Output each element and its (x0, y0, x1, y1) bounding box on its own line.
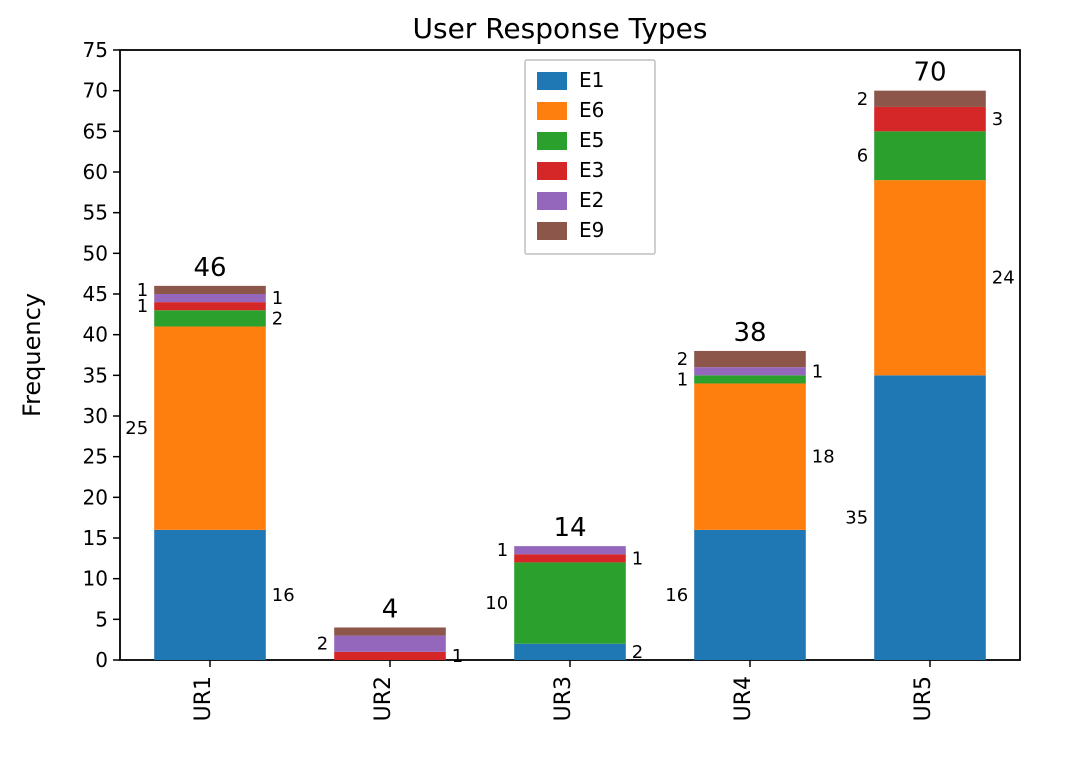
y-tick-label: 25 (83, 445, 108, 469)
segment-value-label: 25 (125, 418, 148, 439)
legend-swatch (537, 222, 567, 240)
bar-segment (334, 652, 446, 660)
bar-segment (694, 383, 806, 529)
y-tick-label: 40 (83, 323, 108, 347)
y-tick-label: 30 (83, 404, 108, 428)
bar-segment (334, 627, 446, 635)
chart-container: User Response Types Frequency 0510152025… (0, 0, 1072, 760)
chart-title: User Response Types (413, 12, 708, 45)
bar-segment (154, 302, 266, 310)
segment-value-label: 10 (485, 593, 508, 614)
plot-area: Frequency 0 5 10 15 20 25 30 35 40 45 50 55 60 65 70 75… (18, 38, 1020, 721)
legend-swatch (537, 132, 567, 150)
legend-label: E5 (579, 128, 604, 152)
segment-value-label: 2 (632, 642, 643, 663)
bar-segment (514, 562, 626, 643)
segment-value-label: 1 (677, 369, 688, 390)
y-tick-label: 15 (83, 526, 108, 550)
bar-segment (874, 107, 986, 131)
segment-value-label: 6 (857, 146, 868, 167)
bar-total-label: 38 (733, 318, 766, 348)
segment-value-label: 1 (632, 548, 643, 569)
bar-segment (874, 180, 986, 375)
bar-total-label: 70 (913, 58, 946, 88)
segment-value-label: 1 (272, 288, 283, 309)
y-tick-label: 50 (83, 241, 108, 265)
legend-label: E3 (579, 158, 604, 182)
y-tick-label: 65 (83, 119, 108, 143)
bar-segment (514, 546, 626, 554)
legend: E1 E6 E5 E3 E2 E9 (525, 60, 655, 254)
legend-swatch (537, 162, 567, 180)
y-axis-label: Frequency (18, 293, 46, 417)
y-tick-label: 0 (95, 648, 108, 672)
legend-label: E1 (579, 68, 604, 92)
segment-value-label: 1 (452, 646, 463, 667)
legend-swatch (537, 72, 567, 90)
legend-swatch (537, 192, 567, 210)
segment-value-label: 1 (497, 540, 508, 561)
bar-segment (154, 327, 266, 530)
segment-value-label: 2 (317, 634, 328, 655)
x-axis-ticks: UR1 UR2 UR3 UR4 UR5 (191, 660, 936, 721)
segment-value-label: 24 (992, 268, 1015, 289)
bar-segment (514, 644, 626, 660)
bar-segment (514, 554, 626, 562)
y-tick-label: 70 (83, 79, 108, 103)
y-tick-label: 60 (83, 160, 108, 184)
segment-value-label: 18 (812, 447, 835, 468)
bar-segment (694, 530, 806, 660)
segment-value-label: 16 (272, 585, 295, 606)
bar-total-label: 46 (193, 253, 226, 283)
bar-total-label: 4 (382, 594, 399, 624)
bar-segment (154, 530, 266, 660)
segment-value-label: 1 (812, 361, 823, 382)
segment-value-label: 2 (857, 89, 868, 110)
x-tick-label: UR4 (731, 676, 756, 721)
y-tick-label: 75 (83, 38, 108, 62)
y-tick-label: 20 (83, 485, 108, 509)
bar-segment (154, 294, 266, 302)
legend-label: E9 (579, 218, 604, 242)
bar-segment (154, 310, 266, 326)
chart-svg: User Response Types Frequency 0510152025… (0, 0, 1072, 760)
legend-label: E2 (579, 188, 604, 212)
y-tick-label: 45 (83, 282, 108, 306)
bar-segment (694, 367, 806, 375)
bar-total-label: 14 (553, 513, 586, 543)
segment-value-label: 16 (665, 585, 688, 606)
bar-segment (154, 286, 266, 294)
y-tick-label: 35 (83, 363, 108, 387)
x-tick-label: UR5 (911, 676, 936, 721)
x-tick-label: UR3 (551, 676, 576, 721)
y-tick-label: 5 (95, 607, 108, 631)
y-axis-ticks: 0 5 10 15 20 25 30 35 40 45 50 55 60 65 70 75 (83, 38, 120, 672)
legend-label: E6 (579, 98, 604, 122)
x-tick-label: UR2 (371, 676, 396, 721)
segment-value-label: 2 (272, 308, 283, 329)
segment-value-label: 3 (992, 109, 1003, 130)
x-tick-label: UR1 (191, 676, 216, 721)
segment-value-label: 35 (845, 508, 868, 529)
bar-segment (694, 351, 806, 367)
y-tick-label: 55 (83, 201, 108, 225)
bar-segment (874, 91, 986, 107)
bar-segment (874, 131, 986, 180)
bar-segment (334, 636, 446, 652)
segment-value-label: 1 (137, 280, 148, 301)
bar-segment (874, 375, 986, 660)
legend-swatch (537, 102, 567, 120)
y-tick-label: 10 (83, 567, 108, 591)
bar-segment (694, 375, 806, 383)
segment-value-label: 2 (677, 349, 688, 370)
